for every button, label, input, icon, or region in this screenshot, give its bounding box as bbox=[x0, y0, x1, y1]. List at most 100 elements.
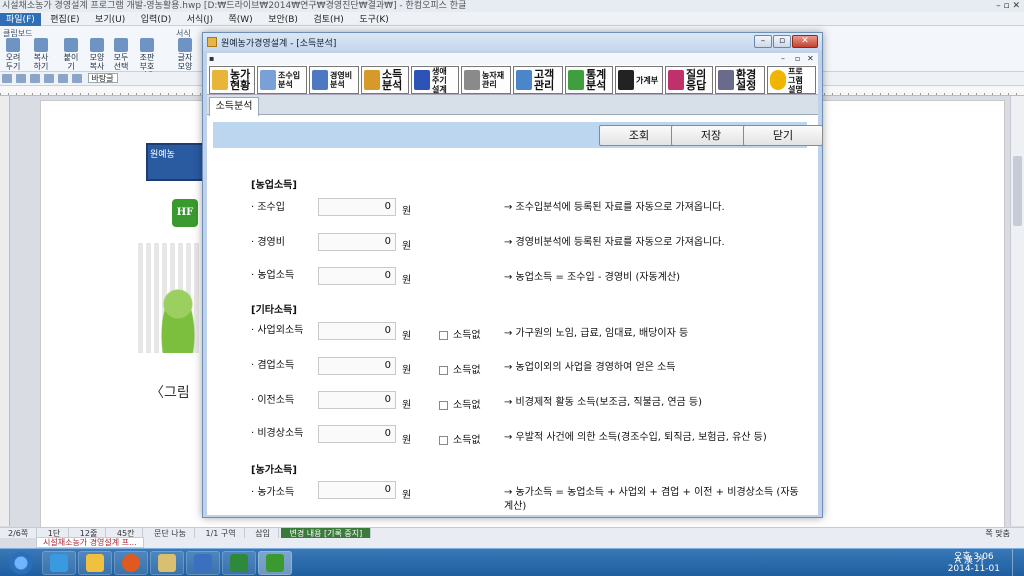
label-household-income: · 농가소득 bbox=[251, 487, 295, 498]
qa-icon bbox=[668, 70, 684, 90]
checkbox-box[interactable] bbox=[439, 365, 448, 375]
status-track-changes[interactable]: 변경 내용 [기록 중지] bbox=[281, 528, 372, 538]
close-button[interactable]: 닫기 bbox=[743, 125, 823, 146]
taskbar-ie[interactable] bbox=[42, 551, 76, 575]
show-desktop-button[interactable] bbox=[1012, 549, 1024, 576]
vertical-scrollbar[interactable] bbox=[1010, 96, 1024, 526]
menu-file[interactable]: 파일(F) bbox=[0, 13, 41, 27]
statistics-button[interactable]: 통계 분석 bbox=[565, 66, 613, 94]
mdi-close[interactable]: ✕ bbox=[807, 54, 814, 63]
no-income-checkbox[interactable]: 소득없 bbox=[439, 326, 481, 341]
no-income-checkbox[interactable]: 소득없 bbox=[439, 361, 481, 376]
desc-extraordinary-income: → 우발적 사건에 의한 소득(경조수입, 퇴직금, 보험금, 유산 등) bbox=[504, 432, 767, 443]
mdi-minimize[interactable]: – bbox=[781, 54, 785, 63]
select-icon bbox=[114, 38, 128, 52]
taskbar-hwp[interactable] bbox=[186, 551, 220, 575]
cut-button[interactable]: 오려두기 bbox=[2, 38, 24, 71]
undo-icon[interactable] bbox=[58, 74, 68, 83]
menu-review[interactable]: 검토(H) bbox=[307, 13, 349, 27]
extraordinary-income-field[interactable]: 0 bbox=[318, 425, 396, 443]
operating-cost-field[interactable]: 0 bbox=[318, 233, 396, 251]
char-shape-button[interactable]: 글자모양 bbox=[174, 38, 196, 71]
menu-edit[interactable]: 편집(E) bbox=[44, 13, 85, 27]
farm-income-field[interactable]: 0 bbox=[318, 267, 396, 285]
menu-format[interactable]: 서식(J) bbox=[181, 13, 219, 27]
clock[interactable]: 오후 3:06 2014-11-01 bbox=[948, 551, 1000, 575]
person-icon bbox=[516, 70, 532, 90]
document-tab[interactable]: 시설채소농가 경영설계 프... bbox=[36, 537, 144, 548]
taskbar-mail[interactable] bbox=[114, 551, 148, 575]
unit-transfer-income: 원 bbox=[402, 400, 412, 411]
taskbar-explorer[interactable] bbox=[78, 551, 112, 575]
non-business-income-field[interactable]: 0 bbox=[318, 322, 396, 340]
query-button[interactable]: 조회 bbox=[599, 125, 679, 146]
mdi-icon: ▪ bbox=[209, 54, 215, 63]
copy-button[interactable]: 복사하기 bbox=[30, 38, 52, 71]
style-select[interactable]: 바탕글 bbox=[87, 73, 118, 83]
scrollbar-thumb[interactable] bbox=[1013, 156, 1022, 226]
select-all-button[interactable]: 모두선택 bbox=[110, 38, 132, 71]
format-painter-button[interactable]: 모양복사 bbox=[86, 38, 108, 71]
no-income-checkbox[interactable]: 소득없 bbox=[439, 431, 481, 446]
menu-view[interactable]: 보기(U) bbox=[89, 13, 131, 27]
question-icon bbox=[770, 70, 786, 90]
new-icon[interactable] bbox=[2, 74, 12, 83]
minimize-button[interactable]: – bbox=[754, 35, 772, 48]
start-button[interactable] bbox=[4, 551, 38, 575]
figure-caption: 〈그림 bbox=[150, 385, 190, 401]
gross-income-button[interactable]: 조수입 분석 bbox=[257, 66, 307, 94]
unit-farm-income: 원 bbox=[402, 275, 412, 286]
mdi-restore[interactable]: ▫ bbox=[795, 54, 800, 63]
unit-non-business-income: 원 bbox=[402, 331, 412, 342]
gross-income-field[interactable]: 0 bbox=[318, 198, 396, 216]
menu-page[interactable]: 쪽(W) bbox=[222, 13, 258, 27]
taskbar: A 漢 가 오후 3:06 2014-11-01 bbox=[0, 548, 1024, 576]
unit-gross-income: 원 bbox=[402, 206, 412, 217]
farm-status-button[interactable]: 농가 현황 bbox=[209, 66, 255, 94]
menu-security[interactable]: 보안(B) bbox=[262, 13, 304, 27]
label-extraordinary-income: · 비경상소득 bbox=[251, 428, 304, 439]
clock-date: 2014-11-01 bbox=[947, 564, 1000, 574]
dialog-titlebar[interactable]: 원예농가경영설계 - [소득분석] – ▫ ✕ bbox=[203, 33, 822, 51]
materials-button[interactable]: 농자재 관리 bbox=[461, 66, 511, 94]
transfer-income-field[interactable]: 0 bbox=[318, 391, 396, 409]
help-button[interactable]: 프로 그램 설명 bbox=[767, 66, 816, 94]
qa-button[interactable]: 질의 응답 bbox=[665, 66, 713, 94]
household-income-field[interactable]: 0 bbox=[318, 481, 396, 499]
messenger-icon bbox=[158, 554, 176, 572]
status-insert[interactable]: 삽입 bbox=[247, 528, 279, 538]
maximize-button[interactable]: ▫ bbox=[773, 35, 791, 48]
taskbar-farm-app[interactable] bbox=[258, 551, 292, 575]
customer-button[interactable]: 고객 관리 bbox=[513, 66, 563, 94]
checkbox-box[interactable] bbox=[439, 435, 448, 445]
cost-analysis-button[interactable]: 경영비 분석 bbox=[309, 66, 359, 94]
taskbar-messenger[interactable] bbox=[150, 551, 184, 575]
status-bar: 2/6쪽 1단 12줄 45칸 문단 나눔 1/1 구역 삽입 변경 내용 [기… bbox=[0, 527, 1024, 538]
tab-income-analysis[interactable]: 소득분석 bbox=[209, 97, 259, 116]
life-cycle-button[interactable]: 생애 주기 설계 bbox=[411, 66, 459, 94]
checkbox-box[interactable] bbox=[439, 400, 448, 410]
save-button[interactable]: 저장 bbox=[671, 125, 751, 146]
dialog-title: 원예농가경영설계 - [소득분석] bbox=[221, 39, 337, 49]
income-analysis-button[interactable]: 소득 분석 bbox=[361, 66, 409, 94]
paste-button[interactable]: 붙이기 bbox=[60, 38, 82, 71]
status-zoom[interactable]: 쪽 맞춤 bbox=[977, 528, 1018, 538]
redo-icon[interactable] bbox=[72, 74, 82, 83]
menu-insert[interactable]: 입력(D) bbox=[135, 13, 178, 27]
settings-button[interactable]: 환경 설정 bbox=[715, 66, 765, 94]
window-controls[interactable]: – ▫ ✕ bbox=[996, 0, 1020, 12]
income-form: 조회 저장 닫기 [농업소득] · 조수입 0 원 → 조수입분석에 등록된 자… bbox=[207, 116, 823, 515]
taskbar-excel[interactable] bbox=[222, 551, 256, 575]
checkbox-box[interactable] bbox=[439, 330, 448, 340]
ledger-button[interactable]: 가계부 bbox=[615, 66, 663, 94]
side-business-income-field[interactable]: 0 bbox=[318, 357, 396, 375]
open-icon[interactable] bbox=[16, 74, 26, 83]
menu-tools[interactable]: 도구(K) bbox=[353, 13, 395, 27]
scissors-icon bbox=[6, 38, 20, 52]
money-bag-icon bbox=[364, 70, 380, 90]
close-window-button[interactable]: ✕ bbox=[792, 35, 818, 48]
no-income-checkbox[interactable]: 소득없 bbox=[439, 396, 481, 411]
print-icon[interactable] bbox=[44, 74, 54, 83]
save-icon[interactable] bbox=[30, 74, 40, 83]
app-icon bbox=[207, 37, 217, 47]
